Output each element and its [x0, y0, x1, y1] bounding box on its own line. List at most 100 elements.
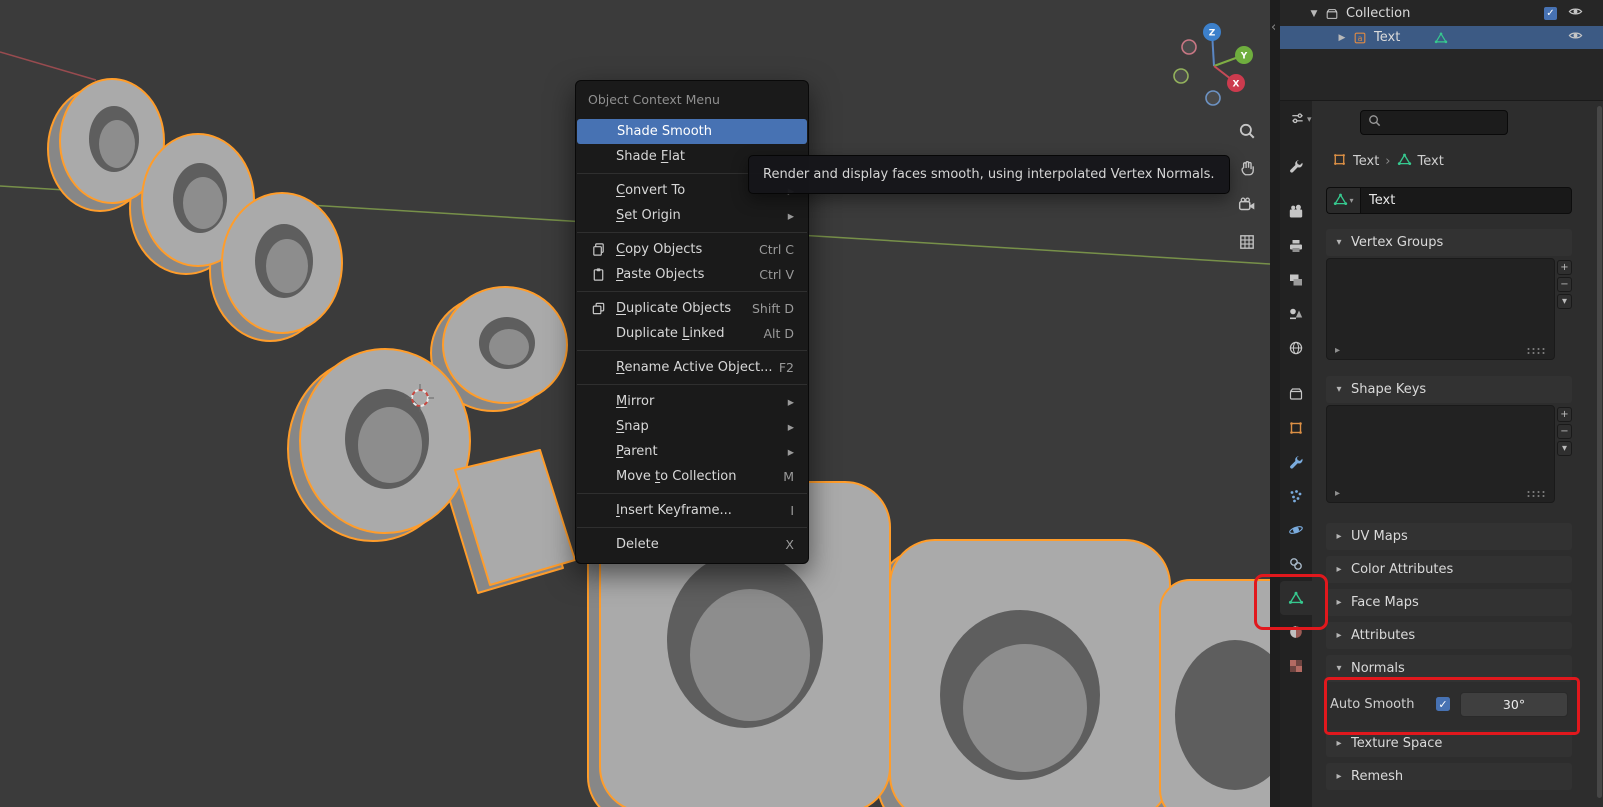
menu-item-label: Set Origin [616, 208, 681, 223]
section-shape-keys[interactable]: ▾ Shape Keys [1326, 376, 1572, 403]
specials-menu-button[interactable]: ▾ [1557, 294, 1572, 309]
disclosure-triangle-icon[interactable]: ▼ [1306, 9, 1322, 19]
properties-tab-strip [1280, 101, 1312, 807]
menu-item-paste-objects[interactable]: Paste Objects Ctrl V [576, 262, 808, 287]
breadcrumb-data[interactable]: Text [1418, 154, 1444, 169]
section-label: Remesh [1351, 769, 1404, 784]
menu-separator [577, 350, 807, 351]
viewport-3d[interactable]: Z Y X Object Context Menu Shade Smooth Sh… [0, 0, 1270, 807]
search-input[interactable] [1382, 114, 1496, 131]
section-attributes[interactable]: ▸ Attributes [1326, 622, 1572, 649]
menu-item-delete[interactable]: Delete X [576, 532, 808, 557]
search-icon [1367, 113, 1382, 132]
checkbox-checked[interactable]: ✓ [1436, 697, 1450, 711]
data-name-field[interactable]: Text [1360, 187, 1572, 214]
context-menu: Object Context Menu Shade Smooth Shade Fl… [575, 80, 809, 564]
editor-type-button[interactable]: ▾ [1290, 111, 1312, 129]
ortho-grid-icon[interactable] [1234, 229, 1260, 255]
menu-item-copy-objects[interactable]: Copy Objects Ctrl C [576, 237, 808, 262]
tab-scene[interactable] [1280, 297, 1312, 331]
properties-search[interactable] [1360, 110, 1508, 135]
tab-material[interactable] [1280, 615, 1312, 649]
object-icon [1332, 152, 1347, 171]
browse-id-button[interactable]: ▾ [1326, 187, 1360, 214]
auto-smooth-angle-field[interactable]: 30° [1460, 691, 1568, 717]
editor-divider[interactable]: ‹ [1270, 0, 1280, 807]
menu-item-parent[interactable]: Parent ▸ [576, 439, 808, 464]
axis-neg-z[interactable] [1205, 90, 1221, 106]
specials-menu-button[interactable]: ▾ [1557, 441, 1572, 456]
menu-item-label: Rename Active Object... [616, 360, 773, 375]
tab-view-layer[interactable] [1280, 263, 1312, 297]
add-button[interactable]: + [1557, 260, 1572, 275]
menu-item-label: Parent [616, 444, 658, 459]
menu-item-snap[interactable]: Snap ▸ [576, 414, 808, 439]
section-color-attributes[interactable]: ▸ Color Attributes [1326, 556, 1572, 583]
section-uv-maps[interactable]: ▸ UV Maps [1326, 523, 1572, 550]
tab-texture[interactable] [1280, 649, 1312, 683]
submenu-arrow-icon: ▸ [787, 419, 794, 434]
menu-item-label: Snap [616, 419, 649, 434]
breadcrumb-object[interactable]: Text [1353, 154, 1379, 169]
tab-object-data[interactable] [1280, 581, 1312, 615]
tab-tool[interactable] [1280, 149, 1312, 183]
zoom-icon[interactable] [1234, 118, 1260, 144]
chevron-right-icon: ▸ [1336, 771, 1342, 782]
tab-modifiers[interactable] [1280, 445, 1312, 479]
disclosure-triangle-icon[interactable]: ▶ [1334, 33, 1350, 43]
checkbox-checked[interactable]: ✓ [1544, 7, 1557, 20]
section-normals[interactable]: ▾ Normals [1326, 655, 1572, 682]
outliner-row-controls: ✓ [1544, 4, 1583, 23]
breadcrumb: Text › Text [1332, 149, 1444, 173]
list-expand-icon[interactable]: ▸ [1335, 345, 1340, 356]
section-list-vertex-groups: ▸ + − ▾ [1326, 258, 1572, 360]
outliner-row-collection[interactable]: ▼ Collection ✓ [1280, 2, 1603, 25]
list-footer: ▸ [1335, 488, 1546, 499]
section-remesh[interactable]: ▸ Remesh [1326, 763, 1572, 790]
breadcrumb-separator: › [1385, 153, 1391, 169]
resize-grip-icon[interactable] [1526, 489, 1546, 498]
tab-collection[interactable] [1280, 377, 1312, 411]
menu-item-duplicate-objects[interactable]: Duplicate Objects Shift D [576, 296, 808, 321]
eye-icon[interactable] [1568, 28, 1583, 47]
outliner-row-text[interactable]: ▶ a Text [1280, 26, 1603, 49]
list-expand-icon[interactable]: ▸ [1335, 488, 1340, 499]
menu-item-mirror[interactable]: Mirror ▸ [576, 389, 808, 414]
tab-constraints[interactable] [1280, 547, 1312, 581]
menu-item-shade-smooth[interactable]: Shade Smooth [577, 119, 807, 144]
section-texture-space[interactable]: ▸ Texture Space [1326, 730, 1572, 757]
chevron-down-icon: ▾ [1336, 663, 1342, 674]
axis-neg-y[interactable] [1173, 68, 1189, 84]
chevron-right-icon: ▸ [1336, 597, 1342, 608]
remove-button[interactable]: − [1557, 277, 1572, 292]
collapse-arrow-icon[interactable]: ‹ [1271, 20, 1276, 35]
svg-text:a: a [1358, 34, 1363, 43]
remove-button[interactable]: − [1557, 424, 1572, 439]
pan-hand-icon[interactable] [1234, 155, 1260, 181]
tab-object[interactable] [1280, 411, 1312, 445]
resize-grip-icon[interactable] [1526, 346, 1546, 355]
properties-scrollbar[interactable] [1597, 106, 1602, 798]
menu-item-set-origin[interactable]: Set Origin ▸ [576, 203, 808, 228]
chevron-down-icon: ▾ [1336, 384, 1342, 395]
tab-physics[interactable] [1280, 513, 1312, 547]
menu-item-rename-active-object[interactable]: Rename Active Object... F2 [576, 355, 808, 380]
tab-world[interactable] [1280, 331, 1312, 365]
tab-particles[interactable] [1280, 479, 1312, 513]
axis-gizmo[interactable]: Z Y X [1172, 20, 1258, 106]
tab-output[interactable] [1280, 229, 1312, 263]
duplicate-icon [586, 301, 610, 316]
menu-item-move-to-collection[interactable]: Move to Collection M [576, 464, 808, 489]
axis-neg-x[interactable] [1181, 39, 1197, 55]
section-face-maps[interactable]: ▸ Face Maps [1326, 589, 1572, 616]
section-vertex-groups[interactable]: ▾ Vertex Groups [1326, 229, 1572, 256]
chevron-right-icon: ▸ [1336, 738, 1342, 749]
menu-item-insert-keyframe[interactable]: Insert Keyframe... I [576, 498, 808, 523]
tab-render[interactable] [1280, 195, 1312, 229]
eye-icon[interactable] [1568, 4, 1583, 23]
camera-view-icon[interactable] [1234, 192, 1260, 218]
shape-keys-list[interactable]: ▸ [1326, 405, 1555, 503]
menu-item-duplicate-linked[interactable]: Duplicate Linked Alt D [576, 321, 808, 346]
add-button[interactable]: + [1557, 407, 1572, 422]
vertex-groups-list[interactable]: ▸ [1326, 258, 1555, 360]
